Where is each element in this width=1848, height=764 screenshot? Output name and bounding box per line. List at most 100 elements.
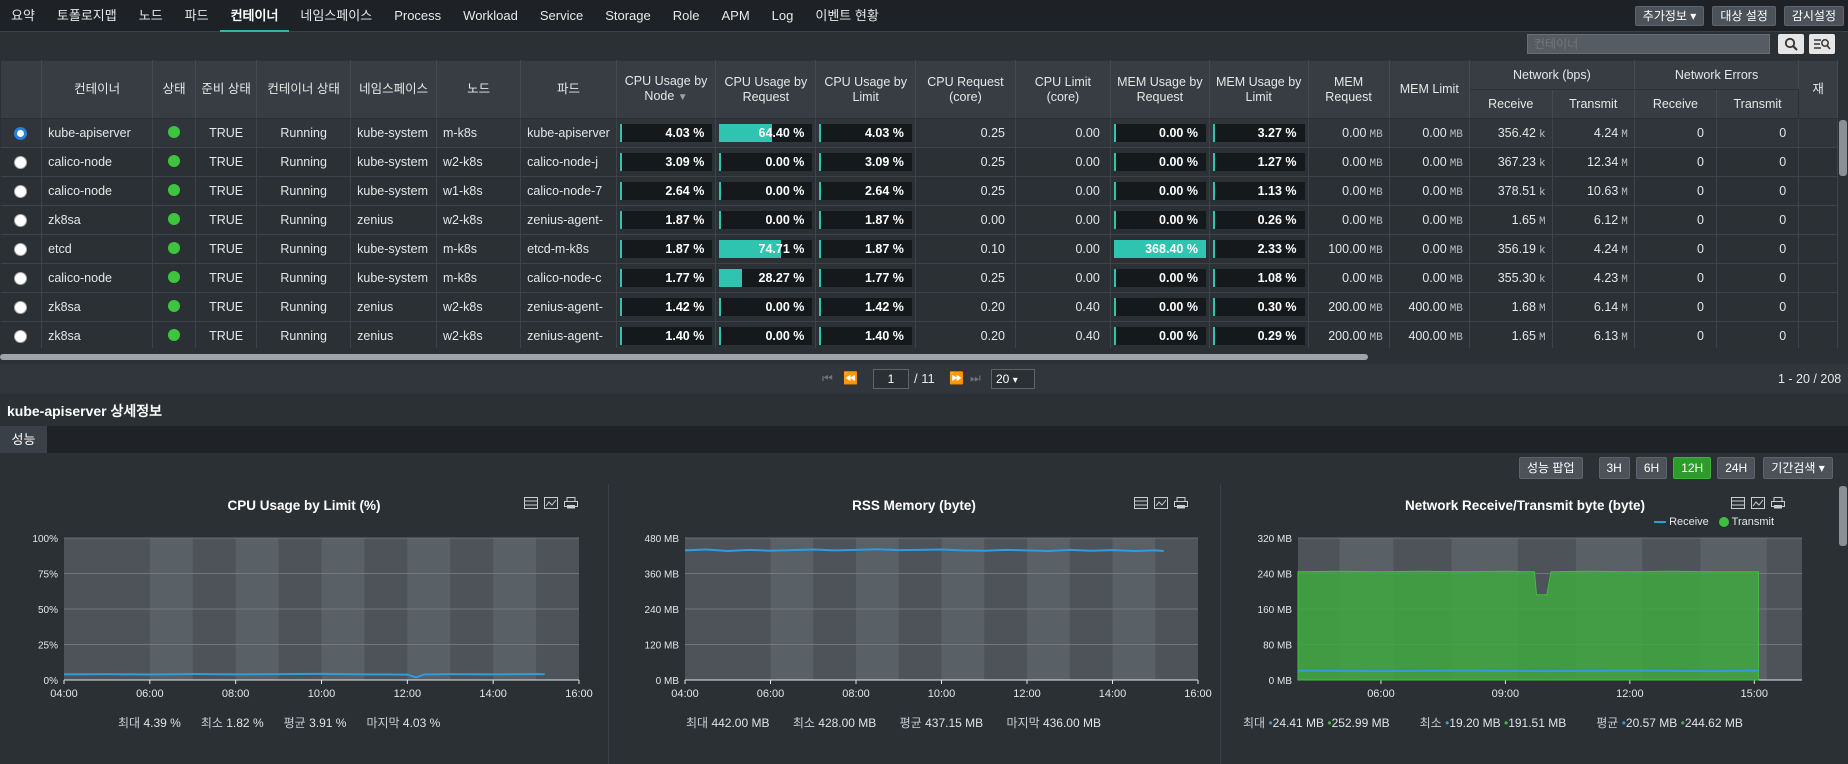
print-icon[interactable] (564, 497, 578, 512)
table-row[interactable]: calico-node TRUE Running kube-system w1-k8s c… (0, 176, 1838, 206)
col-cpu-usage-by-node[interactable]: CPU Usage by Node ▼ (615, 60, 717, 119)
more-info-button[interactable]: 추가정보 ▾ (1634, 6, 1705, 26)
page-size-select[interactable]: 20 ▾ (991, 369, 1035, 389)
col-node[interactable]: 노드 (436, 60, 522, 119)
tab-10[interactable]: Role (662, 0, 711, 32)
row-radio[interactable] (14, 243, 28, 257)
range-6h-button[interactable]: 6H (1635, 457, 1668, 479)
col-network-transmit[interactable]: Transmit (1551, 89, 1635, 119)
page-number-input[interactable]: 1 (873, 369, 909, 389)
col-status[interactable]: 상태 (152, 60, 197, 119)
table-row[interactable]: calico-node TRUE Running kube-system w2-k8s c… (0, 147, 1838, 177)
table-row[interactable]: calico-node TRUE Running kube-system m-k8s ca… (0, 263, 1838, 293)
col-pod[interactable]: 파드 (520, 60, 617, 119)
row-radio[interactable] (14, 156, 28, 170)
col-mem-limit[interactable]: MEM Limit (1388, 60, 1470, 119)
tab-4[interactable]: 컨테이너 (219, 0, 290, 32)
col-cpu-usage-by-request[interactable]: CPU Usage by Request (715, 60, 817, 119)
range-3h-button[interactable]: 3H (1598, 457, 1630, 479)
network-chart[interactable]: 0 MB 80 MB 160 MB 240 MB 320 MB 06:00 09:00 12:… (1220, 528, 1830, 708)
tab-11[interactable]: APM (711, 0, 761, 32)
table-vertical-scrollbar[interactable] (1838, 60, 1848, 356)
print-icon[interactable] (1174, 497, 1188, 512)
tab-2[interactable]: 노드 (128, 0, 174, 32)
tab-performance[interactable]: 성능 (0, 426, 47, 453)
col-container-status[interactable]: 컨테이너 상태 (256, 60, 352, 119)
column-filter-button[interactable] (1809, 34, 1835, 54)
prev-page-icon[interactable]: ⏪ (843, 371, 858, 385)
container-name[interactable]: kube-apiserver (41, 118, 154, 148)
print-icon[interactable] (1771, 497, 1785, 512)
table-view-icon[interactable] (524, 497, 538, 512)
target-settings-button[interactable]: 대상 설정 (1712, 6, 1776, 26)
tab-6[interactable]: Process (383, 0, 452, 32)
tab-13[interactable]: 이벤트 현황 (804, 0, 889, 32)
network-receive-cell: 367.23 k (1469, 147, 1553, 177)
col-mem-request[interactable]: MEM Request (1307, 60, 1390, 119)
image-save-icon[interactable] (544, 497, 558, 512)
performance-popup-button[interactable]: 성능 팝업 (1519, 457, 1583, 479)
detail-scrollbar[interactable] (1838, 484, 1848, 764)
tab-7[interactable]: Workload (452, 0, 529, 32)
tab-12[interactable]: Log (761, 0, 805, 32)
container-search-input[interactable] (1527, 34, 1770, 54)
row-radio[interactable] (14, 330, 28, 344)
table-view-icon[interactable] (1134, 497, 1148, 512)
last-page-icon[interactable]: ⏭ (970, 371, 981, 386)
table-vertical-scroll-thumb[interactable] (1839, 120, 1847, 176)
col-mem-usage-by-request[interactable]: MEM Usage by Request (1109, 60, 1210, 119)
table-row[interactable]: zk8sa TRUE Running zenius w2-k8s zenius-agent… (0, 205, 1838, 235)
col-cpu-usage-by-limit[interactable]: CPU Usage by Limit (815, 60, 916, 119)
col-cpu-limit-core[interactable]: CPU Limit (core) (1015, 60, 1111, 119)
rss-memory-chart[interactable]: 0 MB 120 MB 240 MB 360 MB 480 MB 04:00 06:00 08… (608, 528, 1220, 708)
tab-5[interactable]: 네임스페이스 (289, 0, 383, 32)
container-name[interactable]: zk8sa (41, 292, 154, 322)
detail-scroll-thumb[interactable] (1839, 486, 1847, 546)
row-radio[interactable] (14, 272, 28, 286)
cpu-node-bar-tick (619, 240, 622, 258)
tab-8[interactable]: Service (529, 0, 594, 32)
row-radio[interactable] (14, 127, 28, 141)
monitor-settings-button[interactable]: 감시설정 (1783, 6, 1844, 26)
row-radio[interactable] (14, 214, 28, 228)
table-row[interactable]: etcd TRUE Running kube-system m-k8s etcd-m-k8… (0, 234, 1838, 264)
row-radio[interactable] (14, 185, 28, 199)
mem-request-cell: 0.00 MB (1308, 205, 1390, 235)
next-page-icon[interactable]: ⏩ (949, 371, 964, 385)
col-namespace[interactable]: 네임스페이스 (350, 60, 438, 119)
container-name[interactable]: zk8sa (41, 205, 154, 235)
col-ready[interactable]: 준비 상태 (195, 60, 258, 119)
legend-receive[interactable]: Receive (1654, 516, 1709, 528)
table-view-icon[interactable] (1731, 497, 1745, 512)
col-mem-usage-by-limit[interactable]: MEM Usage by Limit (1208, 60, 1309, 119)
col-container[interactable]: 컨테이너 (41, 60, 154, 119)
table-row[interactable]: kube-apiserver TRUE Running kube-system m-k8… (0, 118, 1838, 148)
col-network-receive[interactable]: Receive (1468, 89, 1553, 119)
legend-transmit[interactable]: Transmit (1718, 516, 1774, 528)
container-name[interactable]: etcd (41, 234, 154, 264)
tab-3[interactable]: 파드 (174, 0, 220, 32)
cpu-usage-chart[interactable]: 0% 25% 50% 75% 100% 04:00 06:00 08:00 10:00 12:00… (0, 528, 608, 708)
period-search-button[interactable]: 기간검색 ▾ (1763, 457, 1833, 479)
row-radio[interactable] (14, 301, 28, 315)
search-button[interactable] (1778, 34, 1804, 54)
container-name[interactable]: calico-node (41, 176, 154, 206)
table-row[interactable]: zk8sa TRUE Running zenius w2-k8s zenius-agent… (0, 321, 1838, 348)
cpu-request-bar: 0.00 % (719, 211, 813, 229)
tab-1[interactable]: 토폴로지맵 (46, 0, 128, 32)
container-name[interactable]: calico-node (41, 263, 154, 293)
image-save-icon[interactable] (1154, 497, 1168, 512)
table-row[interactable]: zk8sa TRUE Running zenius w2-k8s zenius-agent… (0, 292, 1838, 322)
first-page-icon[interactable]: ⏮ (822, 371, 833, 386)
tab-9[interactable]: Storage (594, 0, 662, 32)
range-24h-button[interactable]: 24H (1717, 457, 1756, 479)
container-name[interactable]: calico-node (41, 147, 154, 177)
container-name[interactable]: zk8sa (41, 321, 154, 348)
col-error-transmit[interactable]: Transmit (1715, 89, 1800, 119)
table-horizontal-scrollbar[interactable] (0, 354, 1368, 360)
image-save-icon[interactable] (1751, 497, 1765, 512)
col-error-receive[interactable]: Receive (1633, 89, 1717, 119)
col-cpu-request-core[interactable]: CPU Request (core) (914, 60, 1017, 119)
range-12h-button[interactable]: 12H (1673, 457, 1712, 479)
tab-0[interactable]: 요약 (0, 0, 46, 32)
